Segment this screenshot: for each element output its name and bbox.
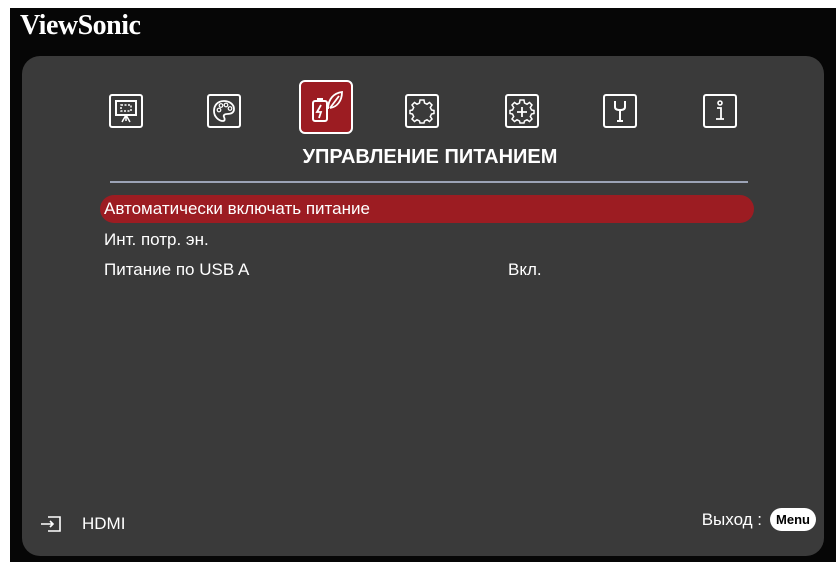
tab-system[interactable] (603, 94, 637, 128)
brand-logo: ViewSonic (20, 10, 141, 41)
input-source-label: HDMI (82, 514, 126, 533)
divider (110, 181, 748, 183)
exit-label: Выход : (701, 509, 763, 529)
screen-icon (115, 100, 137, 123)
menu-item-auto-power-on[interactable]: Автоматически включать питание (100, 195, 754, 223)
tab-power-management[interactable] (299, 80, 353, 134)
menu-key-badge[interactable]: Menu (770, 508, 816, 531)
gear-plus-icon (509, 99, 535, 124)
tab-display[interactable] (109, 94, 143, 128)
input-source: HDMI (40, 514, 125, 534)
menu-item-label: Автоматически включать питание (104, 199, 370, 218)
tab-information[interactable] (703, 94, 737, 128)
exit-hint: Выход : Menu (702, 508, 816, 531)
info-icon (716, 100, 724, 120)
menu-item-smart-energy[interactable]: Инт. потр. эн. (100, 226, 754, 254)
menu-item-usb-a-power[interactable]: Питание по USB A Вкл. (100, 256, 754, 284)
wrench-icon (614, 101, 626, 122)
gear-icon (409, 99, 435, 124)
palette-icon (213, 100, 235, 122)
menu-panel (22, 56, 824, 556)
tab-basic-settings[interactable] (405, 94, 439, 128)
section-title: УПРАВЛЕНИЕ ПИТАНИЕМ (302, 146, 558, 168)
menu-item-label: Питание по USB A (104, 260, 250, 279)
input-source-icon (41, 516, 61, 532)
tab-advanced-settings[interactable] (505, 94, 539, 128)
tab-picture[interactable] (207, 94, 241, 128)
power-leaf-icon (312, 90, 343, 122)
menu-item-value: Вкл. (508, 260, 542, 279)
menu-item-label: Инт. потр. эн. (104, 230, 209, 249)
